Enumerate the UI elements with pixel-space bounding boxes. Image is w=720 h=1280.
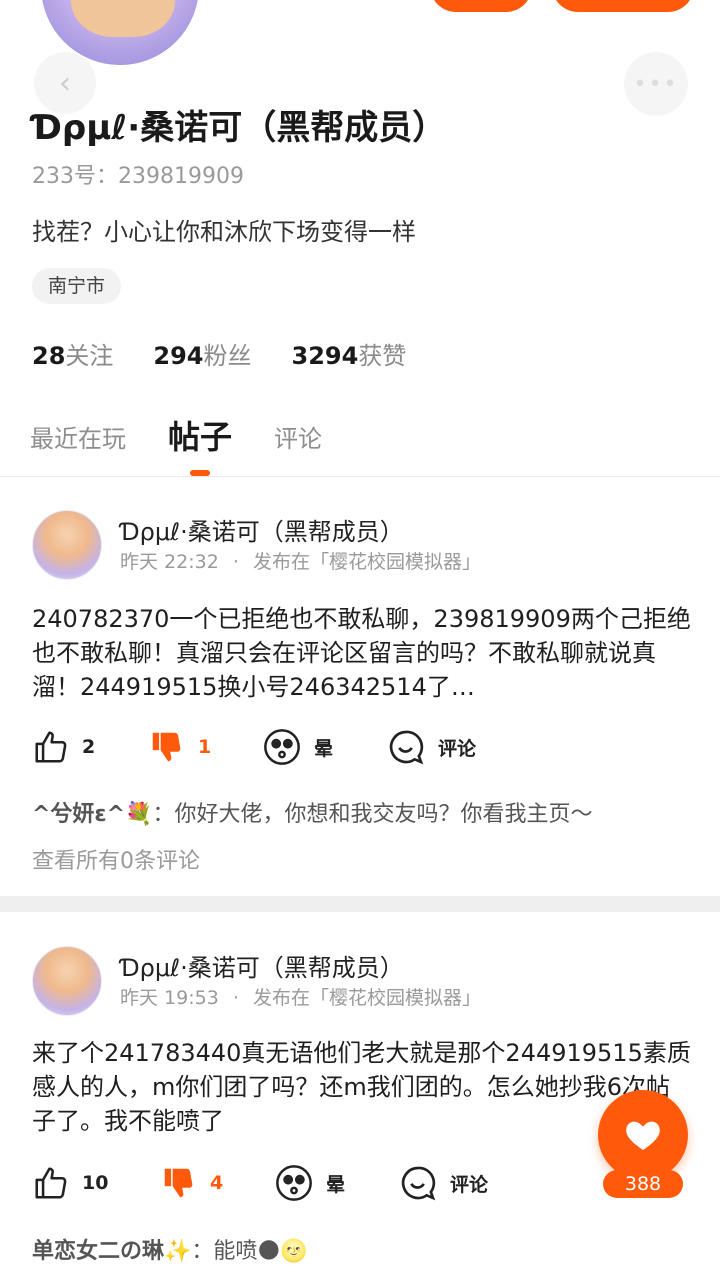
stat-following-count: 28 <box>32 342 66 370</box>
header-action-button[interactable] <box>430 0 532 12</box>
post-venue[interactable]: 发布在「樱花校园模拟器」 <box>253 551 481 573</box>
post-meta: 昨天 19:53 · 发布在「樱花校园模拟器」 <box>120 983 481 1010</box>
dislike-button[interactable]: 1 <box>148 727 211 767</box>
dizzy-face-icon <box>264 729 300 765</box>
stat-followers[interactable]: 294粉丝 <box>153 336 251 371</box>
view-all-comments[interactable]: 查看所有0条评论 <box>32 843 200 875</box>
comment-button[interactable]: 评论 <box>398 1163 488 1203</box>
top-comment[interactable]: ^兮妍ɛ^💐：你好大佬，你想和我交友吗？你看我主页～ <box>32 796 593 828</box>
stat-likes-label: 获赞 <box>358 342 407 370</box>
stat-followers-count: 294 <box>153 342 204 370</box>
thumb-down-icon <box>164 1168 193 1198</box>
post-actions: 10 4 晕 评论 <box>32 1163 692 1203</box>
location-tag: 南宁市 <box>32 268 122 304</box>
post-separator <box>0 896 720 912</box>
dizzy-button[interactable]: 晕 <box>262 727 333 767</box>
post-author-name[interactable]: Ɗρμℓ·桑诺可（黑帮成员） <box>120 512 404 547</box>
post-author-name[interactable]: Ɗρμℓ·桑诺可（黑帮成员） <box>120 948 404 983</box>
heart-icon <box>626 1121 660 1150</box>
dizzy-label: 晕 <box>314 737 334 760</box>
post-body[interactable]: 240782370一个已拒绝也不敢私聊，239819909两个己拒绝也不敢私聊！… <box>32 602 692 704</box>
profile-tabs: 最近在玩 帖子 评论 <box>30 410 364 470</box>
header-follow-button[interactable] <box>552 0 694 12</box>
meta-dot: · <box>232 987 239 1009</box>
stat-likes[interactable]: 3294获赞 <box>292 336 407 371</box>
comment-label: 评论 <box>450 1173 489 1196</box>
dizzy-label: 晕 <box>326 1173 346 1196</box>
comment-colon: ： <box>191 1239 214 1264</box>
like-button[interactable]: 2 <box>32 727 95 767</box>
post-time: 昨天 22:32 <box>120 551 219 573</box>
stat-following[interactable]: 28关注 <box>32 336 113 371</box>
tab-recently-played[interactable]: 最近在玩 <box>30 419 126 470</box>
floating-like-count: 388 <box>603 1170 683 1198</box>
dizzy-face-icon <box>276 1165 312 1201</box>
comment-bubble-icon <box>389 730 424 765</box>
more-dots-icon[interactable]: ••• <box>624 52 688 116</box>
thumb-up-icon <box>35 731 67 763</box>
dislike-button[interactable]: 4 <box>160 1163 223 1203</box>
like-button[interactable]: 10 <box>32 1163 108 1203</box>
tabs-divider <box>0 476 720 477</box>
post-author-avatar[interactable] <box>32 510 102 580</box>
profile-stats: 28关注 294粉丝 3294获赞 <box>32 336 406 371</box>
tab-posts[interactable]: 帖子 <box>168 412 232 470</box>
like-count: 10 <box>82 1172 109 1194</box>
post-time: 昨天 19:53 <box>120 987 219 1009</box>
profile-name: Ɗρμℓ·桑诺可（黑帮成员） <box>32 108 447 148</box>
profile-bio: 找茬？小心让你和沐欣下场变得一样 <box>32 218 416 246</box>
profile-uid: 233号：239819909 <box>32 164 244 189</box>
tab-comments[interactable]: 评论 <box>274 419 322 470</box>
stat-followers-label: 粉丝 <box>203 342 252 370</box>
floating-like-button[interactable] <box>598 1090 688 1180</box>
top-comment[interactable]: 单恋女二の琳✨：能喷🌑🌝 <box>32 1233 308 1265</box>
comment-text: 能喷🌑🌝 <box>213 1239 308 1264</box>
dislike-count: 1 <box>198 736 212 758</box>
thumb-down-icon <box>152 732 181 762</box>
comment-user[interactable]: 单恋女二の琳✨ <box>32 1239 191 1264</box>
post-actions: 2 1 晕 评论 <box>32 727 692 767</box>
comment-user[interactable]: ^兮妍ɛ^💐 <box>32 802 153 827</box>
comment-button[interactable]: 评论 <box>386 727 476 767</box>
comment-bubble-icon <box>401 1166 436 1201</box>
post-meta: 昨天 22:32 · 发布在「樱花校园模拟器」 <box>120 547 481 574</box>
dislike-count: 4 <box>210 1172 224 1194</box>
comment-text: 你好大佬，你想和我交友吗？你看我主页～ <box>174 802 593 827</box>
post-author-avatar[interactable] <box>32 946 102 1016</box>
dizzy-button[interactable]: 晕 <box>274 1163 345 1203</box>
thumb-up-icon <box>35 1167 67 1199</box>
meta-dot: · <box>232 551 239 573</box>
comment-label: 评论 <box>438 737 477 760</box>
stat-following-label: 关注 <box>65 342 114 370</box>
comment-colon: ： <box>152 802 175 827</box>
post-venue[interactable]: 发布在「樱花校园模拟器」 <box>253 987 481 1009</box>
stat-likes-count: 3294 <box>291 342 359 370</box>
post-body[interactable]: 来了个241783440真无语他们老大就是那个244919515素质感人的人，m… <box>32 1036 692 1138</box>
like-count: 2 <box>82 736 96 758</box>
